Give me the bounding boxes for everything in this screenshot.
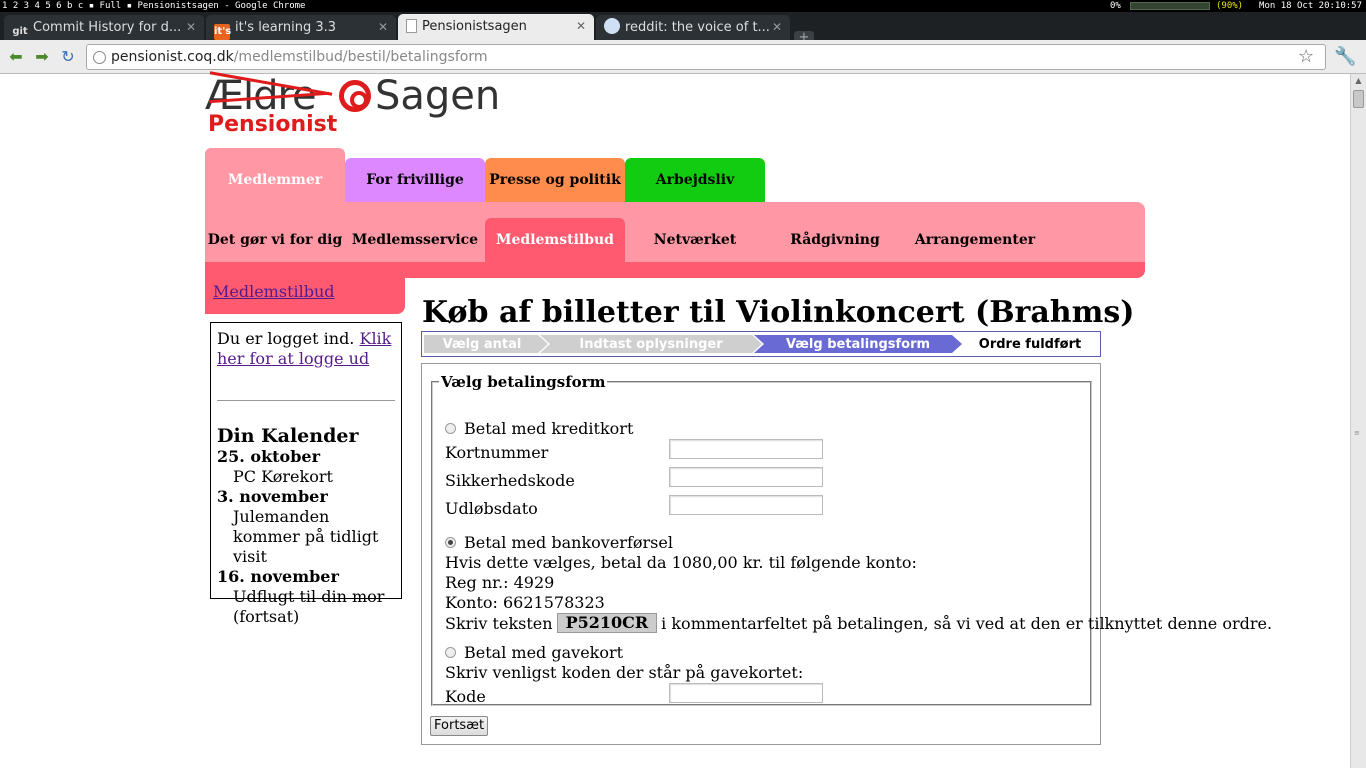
close-icon[interactable]: ✕	[186, 15, 196, 40]
event-date: 3. november	[217, 487, 328, 506]
giftcard-radio[interactable]	[445, 647, 456, 658]
checkout-steps: Vælg antal Indtast oplysninger Vælg beta…	[421, 331, 1101, 357]
subnav-item[interactable]: Det gør vi for dig	[205, 218, 345, 262]
browser-tabstrip: git Commit History for d... ✕ it's it's lea…	[0, 12, 1366, 45]
reload-icon[interactable]: ↻	[58, 47, 78, 67]
logo-spiral-icon	[339, 80, 371, 112]
step-label: Ordre fuldført	[978, 337, 1082, 352]
scroll-thumb[interactable]	[1353, 90, 1364, 108]
wrench-icon[interactable]: 🔧	[1334, 46, 1356, 68]
close-icon[interactable]: ✕	[772, 15, 782, 40]
cpu-readout: 0%	[1110, 1, 1121, 11]
bank-transfer-radio[interactable]	[445, 537, 456, 548]
bank-instructions: Hvis dette vælges, betal da 1080,00 kr. …	[445, 553, 917, 572]
subnav-item[interactable]: Rådgivning	[765, 218, 905, 262]
event-title: Udflugt til din mor (fortsat)	[233, 587, 385, 626]
giftcard-code-label: Kode	[445, 687, 486, 706]
bank-account: Konto: 6621578323	[445, 593, 605, 612]
scroll-up-icon[interactable]: ▲	[1351, 74, 1366, 88]
site-logo[interactable]: Ældre Sagen Pensionist	[205, 71, 515, 138]
bookmark-star-icon[interactable]: ☆	[1298, 46, 1314, 68]
bank-reg: Reg nr.: 4929	[445, 573, 555, 592]
cpu-meter	[1130, 2, 1210, 10]
reference-code: P5210CR	[556, 613, 658, 633]
logo-pensionist: Pensionist	[208, 112, 338, 137]
browser-tab[interactable]: it's it's learning 3.3 ✕	[206, 15, 396, 40]
credit-card-option[interactable]: Betal med kreditkort	[445, 419, 633, 439]
security-code-label: Sikkerhedskode	[445, 471, 575, 490]
security-code-input[interactable]	[669, 467, 823, 487]
breadcrumb-bar: Medlemstilbud	[205, 278, 405, 314]
step-label-current: Vælg betalingsform	[785, 337, 931, 352]
git-icon: git	[12, 26, 28, 37]
card-number-label: Kortnummer	[445, 443, 549, 462]
event-title: PC Kørekort	[233, 467, 333, 486]
giftcard-instructions: Skriv venligst koden der står på gavekor…	[445, 663, 804, 682]
subnav-item[interactable]: Medlemsservice	[345, 218, 485, 262]
bank-reference: Skriv teksten P5210CR i kommentarfeltet på…	[445, 613, 1273, 633]
bank-transfer-option[interactable]: Betal med bankoverførsel	[445, 533, 673, 553]
subnav-item[interactable]: Netværket	[625, 218, 765, 262]
fieldset-legend: Vælg betalingsform	[441, 373, 606, 391]
forward-icon[interactable]: ➡	[32, 47, 52, 67]
nav-tab-arbejdsliv[interactable]: Arbejdsliv	[625, 158, 765, 202]
expiry-input[interactable]	[669, 495, 823, 515]
nav-tab-medlemmer[interactable]: Medlemmer	[205, 148, 345, 202]
close-icon[interactable]: ✕	[378, 15, 388, 40]
workspace-list[interactable]: 1 2 3 4 5 6 b c ▪ Full ▪ Pensionistsagen…	[2, 0, 305, 12]
address-host: pensionist.coq.dk	[111, 49, 234, 65]
address-bar[interactable]: pensionist.coq.dk/medlemstilbud/bestil/b…	[86, 44, 1326, 70]
clock: Mon 18 Oct 20:10:57	[1259, 1, 1362, 11]
giftcard-option[interactable]: Betal med gavekort	[445, 643, 623, 663]
divider	[217, 400, 395, 401]
itslearning-icon: it's	[214, 24, 231, 40]
logo-sagen: Sagen	[375, 73, 501, 119]
giftcard-code-input[interactable]	[669, 683, 823, 703]
nav-tab-frivillige[interactable]: For frivillige	[345, 158, 485, 202]
step-label: Indtast oplysninger	[579, 337, 723, 352]
back-icon[interactable]: ⬅	[6, 47, 26, 67]
expiry-label: Udløbsdato	[445, 499, 538, 518]
subnav-strip	[205, 262, 1145, 278]
browser-toolbar: ⬅ ➡ ↻ pensionist.coq.dk/medlemstilbud/be…	[0, 40, 1366, 74]
system-status-bar: 1 2 3 4 5 6 b c ▪ Full ▪ Pensionistsagen…	[0, 0, 1366, 12]
page-scrollbar[interactable]: ▲ ≡	[1350, 74, 1366, 768]
event-date: 25. oktober	[217, 447, 321, 466]
credit-card-radio[interactable]	[445, 423, 456, 434]
battery-readout: (90%)	[1216, 1, 1244, 11]
nav-tab-presse[interactable]: Presse og politik	[485, 158, 625, 202]
subnav-item-active[interactable]: Medlemstilbud	[485, 218, 625, 262]
reddit-icon	[604, 18, 620, 34]
page-title: Køb af billetter til Violinkoncert (Brah…	[422, 295, 1135, 330]
browser-tab-active[interactable]: Pensionistsagen ✕	[398, 14, 594, 40]
card-number-input[interactable]	[669, 439, 823, 459]
step-label: Vælg antal	[442, 337, 522, 352]
scroll-grip-icon: ≡	[1354, 429, 1360, 437]
event-date: 16. november	[217, 567, 339, 586]
payment-fieldset: Vælg betalingsform Betal med kreditkort …	[431, 373, 1272, 706]
browser-tab[interactable]: git Commit History for d... ✕	[4, 15, 204, 40]
login-status: Du er logget ind. Klik her for at logge …	[217, 329, 392, 368]
subnav-item[interactable]: Arrangementer	[905, 218, 1045, 262]
payment-form: Vælg betalingsform Betal med kreditkort …	[421, 363, 1272, 745]
browser-tab[interactable]: reddit: the voice of t... ✕	[596, 15, 790, 40]
breadcrumb-link[interactable]: Medlemstilbud	[213, 282, 335, 302]
sidebar-box: Du er logget ind. Klik her for at logge …	[210, 322, 402, 626]
address-path: /medlemstilbud/bestil/betalingsform	[233, 49, 488, 65]
sub-navigation: Det gør vi for dig Medlemsservice Medlem…	[205, 202, 1145, 278]
continue-button[interactable]: Fortsæt	[430, 716, 489, 736]
calendar-title: Din Kalender	[217, 425, 359, 447]
globe-icon	[93, 51, 106, 64]
page-icon	[406, 19, 417, 33]
close-icon[interactable]: ✕	[576, 14, 586, 39]
event-title: Julemanden kommer på tidligt visit	[233, 507, 379, 566]
